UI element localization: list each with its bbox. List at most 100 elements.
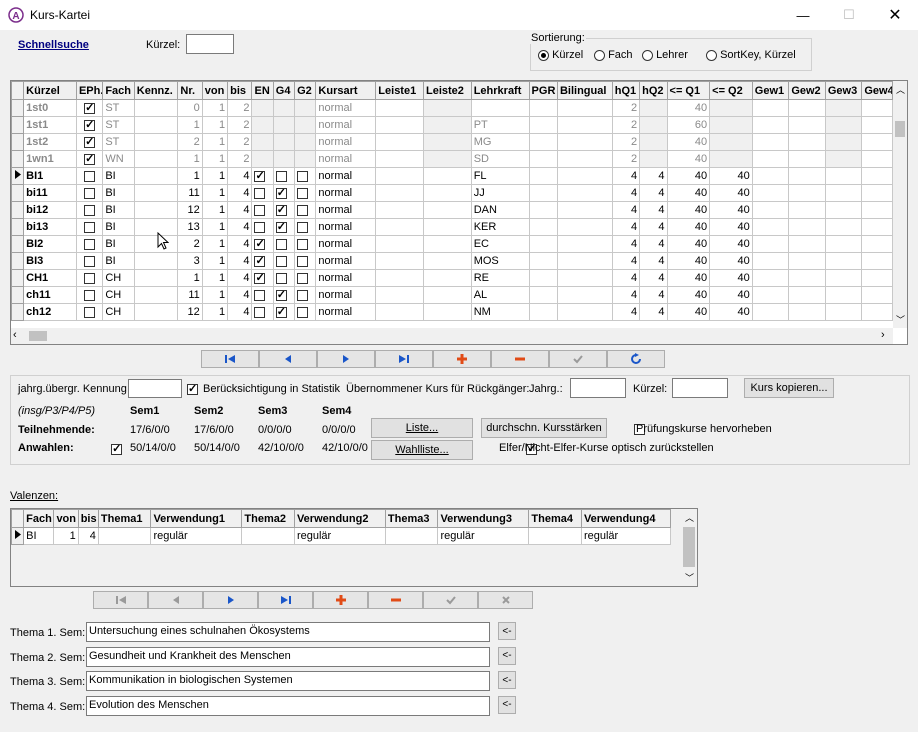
cell-en[interactable] — [251, 150, 274, 168]
kurs-kopieren-button[interactable]: Kurs kopieren... — [744, 378, 834, 398]
row-header[interactable] — [11, 218, 25, 236]
cell-kursart[interactable]: normal — [315, 116, 377, 134]
cell-kuerzel[interactable]: CH1 — [23, 269, 77, 287]
cell-kursart[interactable]: normal — [315, 218, 377, 236]
cell-bilingual[interactable] — [556, 201, 613, 219]
cell-g2[interactable] — [294, 184, 317, 202]
cell-pgr[interactable] — [528, 201, 558, 219]
cell-g4[interactable] — [272, 99, 296, 117]
cell-eph[interactable] — [75, 269, 104, 287]
theme-3-apply-button[interactable]: <- — [498, 671, 516, 689]
cell-gew4[interactable] — [861, 133, 893, 151]
cell-en[interactable] — [251, 167, 274, 185]
cell-hq1[interactable]: 2 — [611, 150, 641, 168]
cell-gew4[interactable] — [861, 218, 893, 236]
table-row[interactable]: CH1CH114normalRE444040 — [11, 269, 893, 287]
cell-en[interactable] — [251, 184, 274, 202]
cell-von[interactable]: 1 — [201, 269, 229, 287]
cell-lehrkraft[interactable]: JJ — [470, 184, 530, 202]
radio-fach[interactable] — [594, 49, 605, 61]
nav-next-button[interactable] — [317, 350, 375, 368]
cell-leiste1[interactable] — [375, 235, 424, 253]
cell-hq2[interactable]: 4 — [639, 303, 668, 321]
grid-checkbox[interactable] — [275, 170, 287, 182]
cell-bis[interactable]: 4 — [227, 201, 253, 219]
cell-gew3[interactable] — [824, 133, 863, 151]
cell-gew1[interactable] — [751, 201, 790, 219]
grid-checkbox[interactable] — [275, 238, 287, 250]
cell-bilingual[interactable] — [556, 184, 613, 202]
table-row[interactable]: BI 1 4 regulär regulär regulär regulär — [11, 527, 672, 545]
grid-checkbox[interactable] — [84, 204, 96, 216]
cell-gew4[interactable] — [861, 116, 893, 134]
grid-checkbox[interactable] — [297, 272, 309, 284]
table-row[interactable]: BI2BI214normalEC444040 — [11, 235, 893, 253]
cell-bis[interactable]: 4 — [227, 252, 253, 270]
cell-gew1[interactable] — [751, 167, 790, 185]
cell-kennz[interactable] — [133, 133, 179, 151]
cell-g2[interactable] — [294, 150, 317, 168]
cell-pgr[interactable] — [528, 269, 558, 287]
grid-checkbox[interactable] — [254, 187, 266, 199]
cell-nr[interactable]: 13 — [177, 218, 203, 236]
cell-hq1[interactable]: 4 — [611, 167, 641, 185]
row-header[interactable] — [11, 184, 25, 202]
col-header[interactable]: Nr. — [177, 81, 203, 100]
cell-fach[interactable]: BI — [102, 252, 135, 270]
cell-von[interactable]: 1 — [201, 303, 229, 321]
cell-g2[interactable] — [294, 235, 317, 253]
cell-kursart[interactable]: normal — [315, 286, 377, 304]
grid-checkbox[interactable] — [275, 203, 287, 216]
cell-bilingual[interactable] — [556, 133, 613, 151]
cell-en[interactable] — [251, 201, 274, 219]
grid-checkbox[interactable] — [254, 237, 266, 250]
scroll-right-icon[interactable]: › — [881, 329, 885, 341]
cell-leiste2[interactable] — [423, 303, 472, 321]
cell-nr[interactable]: 2 — [177, 235, 203, 253]
grid-checkbox[interactable] — [297, 238, 309, 250]
cell-gew2[interactable] — [788, 201, 826, 219]
cell-hq2[interactable]: 4 — [639, 201, 668, 219]
cell-kursart[interactable]: normal — [315, 167, 377, 185]
cell-gew1[interactable] — [751, 269, 790, 287]
val-nav-prev-button[interactable] — [148, 591, 203, 609]
cell-g4[interactable] — [272, 167, 296, 185]
cell-eph[interactable] — [75, 184, 104, 202]
cell-kennz[interactable] — [133, 184, 179, 202]
cell-kursart[interactable]: normal — [315, 201, 377, 219]
nav-last-button[interactable] — [375, 350, 433, 368]
cell-kuerzel[interactable]: bi13 — [23, 218, 77, 236]
cell-gew4[interactable] — [861, 184, 893, 202]
cell-en[interactable] — [251, 269, 274, 287]
grid-checkbox[interactable] — [84, 255, 96, 267]
theme-4-input[interactable]: Evolution des Menschen — [86, 695, 490, 716]
cell-leiste2[interactable] — [423, 167, 472, 185]
cell-gew3[interactable] — [824, 167, 863, 185]
cell-hq1[interactable]: 4 — [611, 286, 641, 304]
cell-leiste1[interactable] — [375, 218, 424, 236]
cell-bilingual[interactable] — [556, 252, 613, 270]
cell-nr[interactable]: 11 — [177, 286, 203, 304]
cell-q1[interactable]: 40 — [666, 99, 711, 117]
cell-nr[interactable]: 12 — [177, 303, 203, 321]
close-button[interactable]: ✕ — [872, 0, 918, 30]
val-cell-fach[interactable]: BI — [23, 527, 55, 545]
cell-gew4[interactable] — [861, 167, 893, 185]
col-header[interactable]: EPh. — [75, 81, 104, 100]
cell-bis[interactable]: 4 — [227, 269, 253, 287]
cell-q1[interactable]: 40 — [666, 133, 711, 151]
table-row[interactable]: bi12BI1214normalDAN444040 — [11, 201, 893, 219]
cell-von[interactable]: 1 — [201, 150, 229, 168]
cell-kennz[interactable] — [133, 99, 179, 117]
cell-g4[interactable] — [272, 235, 296, 253]
cell-fach[interactable]: BI — [102, 201, 135, 219]
cell-gew3[interactable] — [824, 269, 863, 287]
cell-leiste2[interactable] — [423, 133, 472, 151]
cell-gew3[interactable] — [824, 116, 863, 134]
val-scroll-down-icon[interactable]: ﹀ — [685, 571, 694, 584]
val-cell-verwendung1[interactable]: regulär — [150, 527, 243, 545]
row-header[interactable] — [11, 99, 25, 117]
cell-pgr[interactable] — [528, 252, 558, 270]
cell-gew2[interactable] — [788, 218, 826, 236]
cell-gew2[interactable] — [788, 99, 826, 117]
